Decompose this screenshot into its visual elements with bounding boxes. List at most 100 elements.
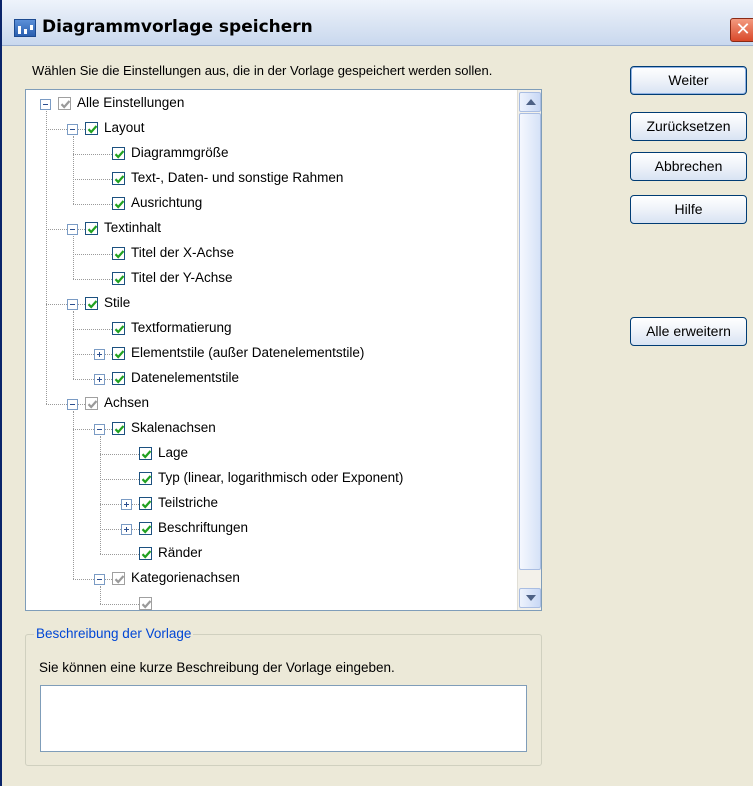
description-hint: Sie können eine kurze Beschreibung der V… — [39, 660, 395, 675]
arrow-down-icon — [526, 595, 536, 601]
collapse-icon[interactable] — [67, 124, 78, 135]
tree-content: Alle Einstellungen Layout Diagrammgröße Tex… — [26, 90, 518, 610]
tree-connector — [100, 529, 139, 530]
tree-item-label: Typ (linear, logarithmisch oder Exponent… — [158, 470, 404, 485]
tree-item[interactable]: Textinhalt — [26, 217, 516, 242]
title-bar[interactable]: Diagrammvorlage speichern ✕ — [2, 0, 753, 46]
checkbox[interactable] — [139, 472, 152, 485]
tree-scrollbar[interactable] — [517, 90, 541, 610]
tree-item-label: Textformatierung — [131, 320, 232, 335]
checkbox[interactable] — [112, 347, 125, 360]
checkbox[interactable] — [112, 422, 125, 435]
tree-item-label: Lage — [158, 445, 189, 460]
tree-item[interactable]: Teilstriche — [26, 492, 516, 517]
cancel-button[interactable]: Abbrechen — [630, 152, 747, 181]
checkbox[interactable] — [112, 572, 125, 585]
tree-item[interactable]: Beschriftungen — [26, 517, 516, 542]
collapse-icon[interactable] — [67, 399, 78, 410]
checkbox[interactable] — [58, 97, 71, 110]
tree-item[interactable]: Layout — [26, 117, 516, 142]
expand-icon[interactable] — [121, 524, 132, 535]
tree-connector — [46, 404, 85, 405]
tree-item-label: Alle Einstellungen — [77, 95, 185, 110]
tree-item[interactable]: Textformatierung — [26, 317, 516, 342]
tree-item[interactable]: Diagrammgröße — [26, 142, 516, 167]
expand-icon[interactable] — [94, 349, 105, 360]
tree-item[interactable]: Titel der Y-Achse — [26, 267, 516, 292]
tree-item[interactable]: Skalenachsen — [26, 417, 516, 442]
weiter-button[interactable]: Weiter — [630, 66, 747, 95]
collapse-icon[interactable] — [40, 99, 51, 110]
tree-item-label: Kategorienachsen — [131, 570, 240, 585]
tree-connector — [100, 554, 139, 555]
description-input[interactable] — [40, 685, 527, 752]
tree-connector — [73, 204, 112, 205]
tree-item[interactable]: Achsen — [26, 392, 516, 417]
help-button[interactable]: Hilfe — [630, 195, 747, 224]
collapse-icon[interactable] — [94, 574, 105, 585]
checkbox[interactable] — [139, 447, 152, 460]
tree-connector — [46, 304, 85, 305]
checkbox[interactable] — [112, 322, 125, 335]
expand-icon[interactable] — [94, 374, 105, 385]
checkbox[interactable] — [112, 372, 125, 385]
tree-item[interactable]: Kategorienachsen — [26, 567, 516, 592]
expand-all-button[interactable]: Alle erweitern — [630, 317, 747, 346]
checkbox[interactable] — [85, 222, 98, 235]
tree-item-label: Diagrammgröße — [131, 145, 229, 160]
scroll-up-button[interactable] — [519, 92, 541, 112]
chart-icon — [14, 19, 36, 37]
checkbox[interactable] — [139, 497, 152, 510]
tree-connector — [73, 354, 112, 355]
collapse-icon[interactable] — [67, 299, 78, 310]
checkbox[interactable] — [112, 172, 125, 185]
tree-item-label: Ränder — [158, 545, 203, 560]
checkbox[interactable] — [85, 297, 98, 310]
tree-connector — [73, 154, 112, 155]
tree-item-label: Achsen — [104, 395, 150, 410]
tree-connector — [46, 129, 85, 130]
tree-connector — [73, 254, 112, 255]
scroll-thumb[interactable] — [519, 113, 541, 570]
expand-icon[interactable] — [121, 499, 132, 510]
tree-item[interactable]: Lage — [26, 442, 516, 467]
tree-connector — [100, 454, 139, 455]
collapse-icon[interactable] — [94, 424, 105, 435]
instruction-text: Wählen Sie die Einstellungen aus, die in… — [32, 63, 493, 78]
checkbox[interactable] — [112, 272, 125, 285]
reset-button[interactable]: Zurücksetzen — [630, 112, 747, 141]
checkbox[interactable] — [85, 122, 98, 135]
tree-connector — [100, 604, 139, 605]
tree-item[interactable]: Datenelementstile — [26, 367, 516, 392]
tree-item[interactable] — [26, 592, 516, 610]
checkbox[interactable] — [112, 247, 125, 260]
tree-item-label: Text-, Daten- und sonstige Rahmen — [131, 170, 344, 185]
checkbox[interactable] — [112, 197, 125, 210]
settings-tree[interactable]: Alle Einstellungen Layout Diagrammgröße Tex… — [25, 89, 542, 611]
tree-item[interactable]: Text-, Daten- und sonstige Rahmen — [26, 167, 516, 192]
tree-item[interactable]: Titel der X-Achse — [26, 242, 516, 267]
checkbox[interactable] — [112, 147, 125, 160]
tree-item[interactable]: Ränder — [26, 542, 516, 567]
collapse-icon[interactable] — [67, 224, 78, 235]
tree-item[interactable]: Ausrichtung — [26, 192, 516, 217]
tree-connector — [73, 179, 112, 180]
tree-connector — [73, 279, 112, 280]
tree-connector — [73, 429, 112, 430]
tree-item[interactable]: Typ (linear, logarithmisch oder Exponent… — [26, 467, 516, 492]
description-legend: Beschreibung der Vorlage — [34, 626, 194, 641]
tree-connector — [46, 229, 85, 230]
checkbox[interactable] — [139, 597, 152, 610]
window-title: Diagrammvorlage speichern — [42, 17, 313, 37]
checkbox[interactable] — [139, 547, 152, 560]
tree-item[interactable]: Elementstile (außer Datenelementstile) — [26, 342, 516, 367]
close-button[interactable]: ✕ — [730, 18, 753, 42]
tree-connector — [73, 579, 112, 580]
tree-item-label: Datenelementstile — [131, 370, 240, 385]
scroll-down-button[interactable] — [519, 588, 541, 608]
tree-item[interactable]: Stile — [26, 292, 516, 317]
tree-item-label: Layout — [104, 120, 145, 135]
checkbox[interactable] — [139, 522, 152, 535]
tree-item[interactable]: Alle Einstellungen — [26, 92, 516, 117]
checkbox[interactable] — [85, 397, 98, 410]
